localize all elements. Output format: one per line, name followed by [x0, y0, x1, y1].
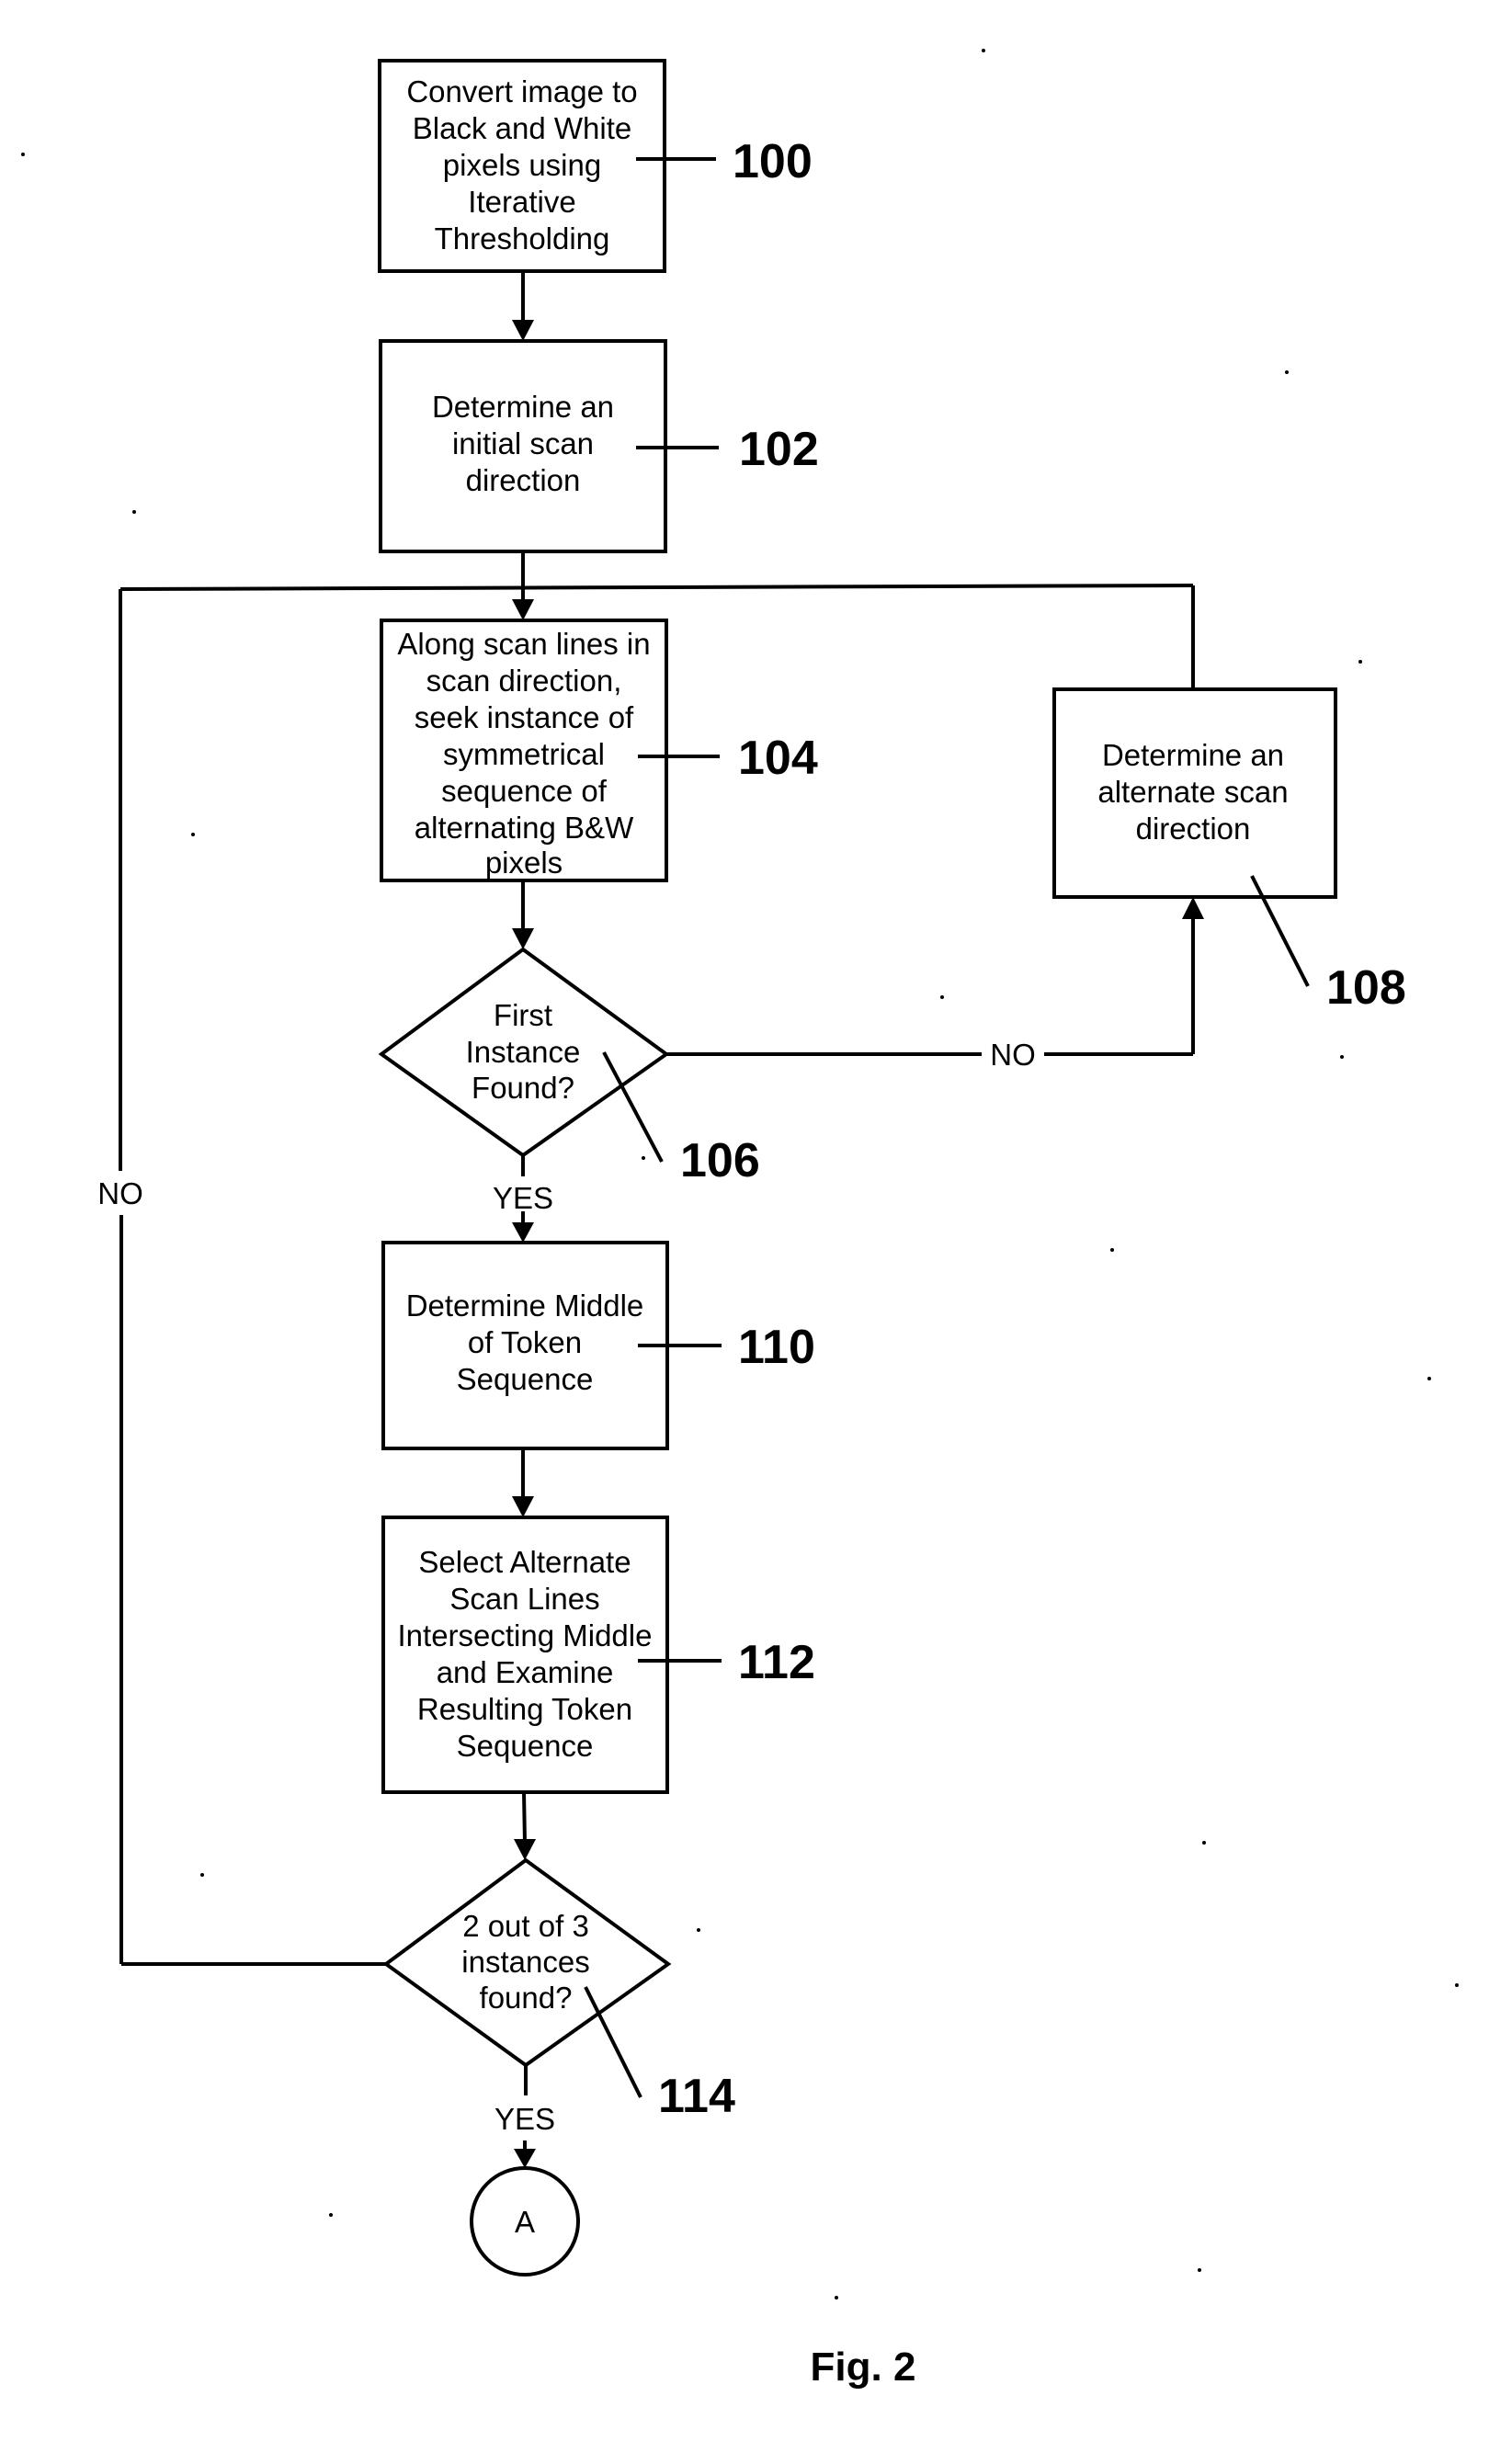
offpage-connector-a: A — [470, 2166, 580, 2277]
branch-label-no-106: NO — [990, 1038, 1036, 1072]
arrowhead-icon — [1182, 897, 1204, 919]
box-100-line-2: Black and White — [413, 111, 631, 145]
decision-diamond-106: First Instance Found? — [378, 947, 670, 1158]
box-104-line-4: symmetrical — [443, 737, 605, 771]
process-box-102: Determine an initial scan direction — [379, 339, 667, 553]
branch-label-yes-114: YES — [494, 2102, 555, 2136]
box-104-line-3: seek instance of — [415, 700, 634, 734]
arrowhead-icon — [514, 2149, 536, 2168]
diamond-114-line-3: found? — [480, 1981, 573, 2015]
diamond-114-line-2: instances — [461, 1945, 589, 1979]
box-112-line-2: Scan Lines — [449, 1582, 599, 1616]
ref-label-106: 106 — [680, 1134, 760, 1187]
box-100-line-1: Convert image to — [406, 74, 637, 108]
box-110-line-3: Sequence — [457, 1362, 594, 1396]
box-108-line-2: alternate scan — [1097, 775, 1288, 809]
edge-loop-top — [119, 584, 1194, 591]
process-box-100: Convert image to Black and White pixels … — [378, 59, 666, 273]
connector-a-label: A — [515, 2205, 535, 2239]
flowchart-figure: Convert image to Black and White pixels … — [21, 49, 1459, 2390]
diamond-114-line-1: 2 out of 3 — [462, 1909, 589, 1943]
ref-label-114: 114 — [658, 2070, 735, 2123]
box-104-line-1: Along scan lines in — [397, 627, 650, 661]
box-112-line-6: Sequence — [457, 1729, 594, 1763]
box-110-line-1: Determine Middle — [406, 1289, 644, 1323]
diamond-106-line-1: First — [494, 998, 552, 1032]
figure-caption: Fig. 2 — [811, 2345, 916, 2390]
branch-label-yes-106: YES — [493, 1181, 553, 1215]
ref-label-112: 112 — [738, 1636, 815, 1689]
box-104-line-7: pixels — [485, 846, 563, 880]
branch-label-no-114: NO — [97, 1176, 143, 1210]
process-box-112: Select Alternate Scan Lines Intersecting… — [381, 1516, 669, 1794]
box-104-line-6: alternating B&W — [415, 811, 634, 845]
box-100-line-3: pixels using — [443, 148, 601, 182]
arrowhead-icon — [512, 1496, 534, 1517]
diamond-106-line-2: Instance — [466, 1035, 581, 1069]
box-100-line-4: Iterative — [468, 185, 575, 219]
box-112-line-4: and Examine — [437, 1655, 614, 1689]
arrowhead-icon — [512, 320, 534, 341]
box-108-line-3: direction — [1136, 812, 1251, 846]
connectors — [119, 271, 1204, 2168]
box-112-line-3: Intersecting Middle — [398, 1618, 653, 1652]
box-112-line-5: Resulting Token — [417, 1692, 632, 1726]
process-box-110: Determine Middle of Token Sequence — [381, 1241, 669, 1450]
box-110-line-2: of Token — [468, 1325, 582, 1359]
ref-label-108: 108 — [1326, 961, 1406, 1015]
edge-112-114 — [522, 1791, 527, 1844]
box-108-line-1: Determine an — [1102, 738, 1284, 772]
arrowhead-icon — [512, 599, 534, 620]
box-100-line-5: Thresholding — [435, 221, 610, 255]
ref-label-102: 102 — [739, 423, 819, 476]
box-104-line-5: sequence of — [441, 774, 608, 808]
box-112-line-1: Select Alternate — [418, 1545, 631, 1579]
box-102-line-2: initial scan — [452, 426, 594, 460]
process-box-104: Along scan lines in scan direction, seek… — [380, 619, 668, 882]
ref-label-100: 100 — [733, 135, 813, 188]
arrowhead-icon — [514, 1839, 536, 1860]
ref-label-104: 104 — [738, 732, 818, 785]
process-box-108: Determine an alternate scan direction — [1052, 687, 1337, 899]
box-104-line-2: scan direction, — [426, 664, 622, 698]
box-102-line-3: direction — [466, 463, 581, 497]
diamond-106-line-3: Found? — [472, 1071, 574, 1105]
box-102-line-1: Determine an — [432, 390, 614, 424]
arrowhead-icon — [512, 1222, 534, 1243]
arrowhead-icon — [512, 928, 534, 949]
decision-diamond-114: 2 out of 3 instances found? — [382, 1857, 672, 2068]
ref-label-110: 110 — [738, 1321, 815, 1374]
